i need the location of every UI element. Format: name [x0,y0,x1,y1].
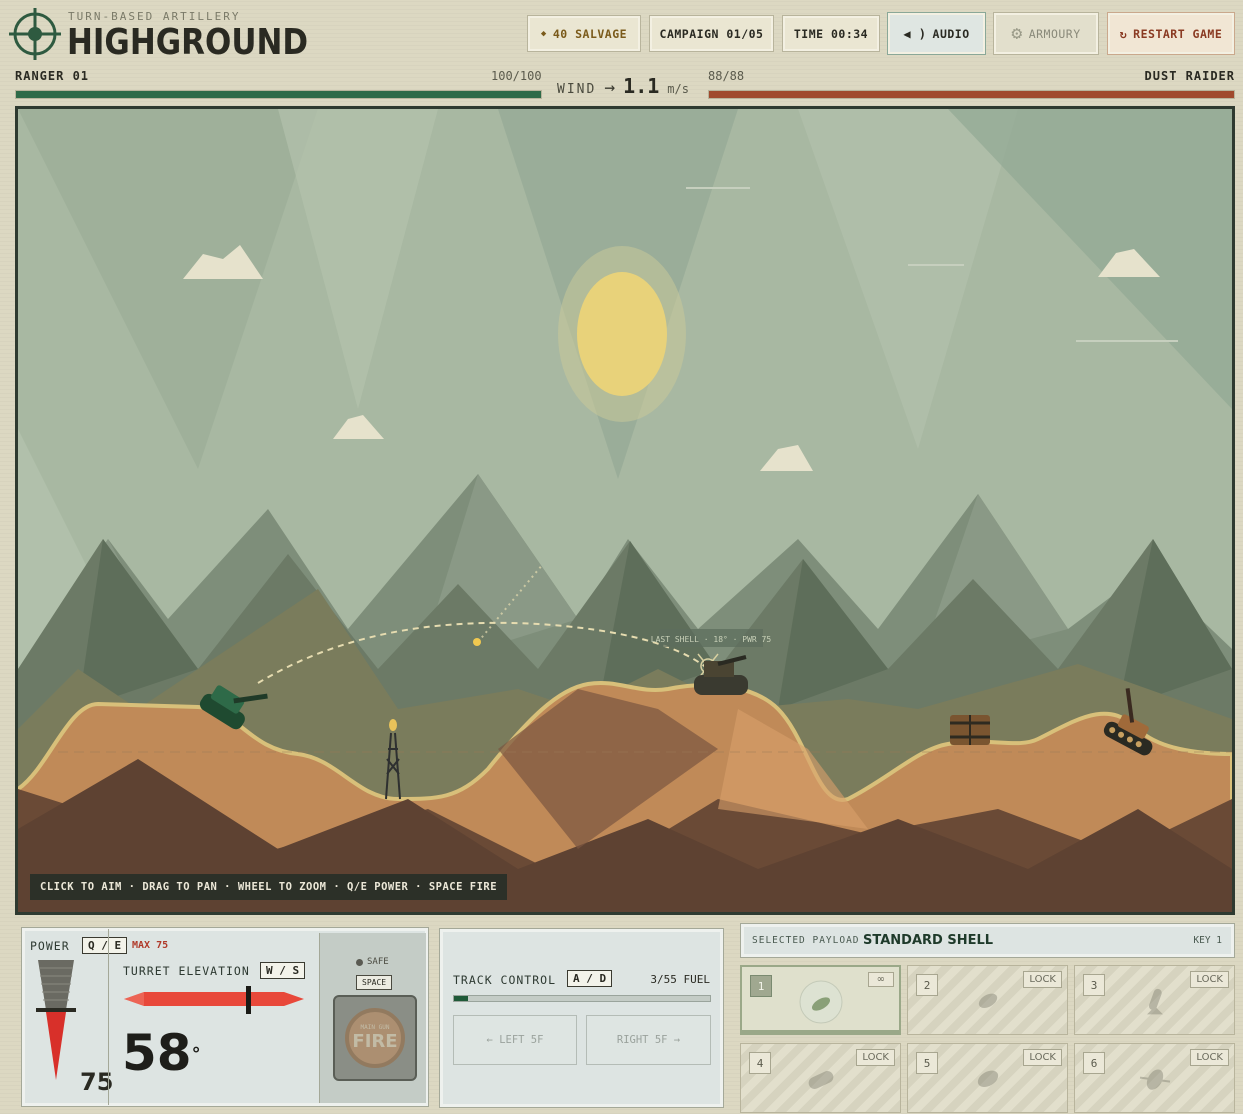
fuel-barrels [950,715,990,745]
move-left-button[interactable]: ← LEFT 5F [453,1015,577,1065]
gear-icon: ⚙ [1011,23,1023,44]
lock-badge: LOCK [1023,1049,1062,1066]
track-key-hint: A / D [567,970,613,987]
slot-number: 4 [749,1052,771,1074]
enemy-name: DUST RAIDER [1144,69,1235,83]
power-gauge[interactable] [28,960,84,1082]
slot-number: 2 [916,974,938,996]
armoury-button[interactable]: ⚙ ARMOURY [993,12,1099,55]
power-label: POWER [30,939,70,953]
restart-game-button[interactable]: ↻ RESTART GAME [1107,12,1235,55]
elevation-slider[interactable] [124,986,304,1016]
player-name: RANGER 01 [15,69,90,83]
payload-label: SELECTED PAYLOAD [752,935,860,946]
safety-indicator: SAFE [356,957,389,967]
fire-section: SAFE SPACE MAIN GUN FIRE [319,933,426,1103]
lock-badge: LOCK [1190,1049,1229,1066]
crosshair-icon [9,8,61,60]
payload-slot-2[interactable]: 2 LOCK [907,965,1068,1035]
elevation-label: TURRET ELEVATION [123,964,250,978]
campaign-progress: CAMPAIGN 01/05 [649,15,774,52]
slot-number: 5 [916,1052,938,1074]
rocket-icon [1143,986,1167,1020]
payload-name: STANDARD SHELL [863,933,994,948]
fire-button[interactable]: MAIN GUN FIRE [333,995,417,1081]
payload-key: KEY 1 [1193,935,1222,946]
audio-toggle-button[interactable]: ◀ ) AUDIO [887,12,986,55]
speaker-icon: ◀ ) [903,26,927,41]
fuel-fill [454,996,469,1001]
projectile [473,638,481,646]
infinite-ammo-badge: ∞ [867,972,894,987]
move-right-button[interactable]: RIGHT 5F → [586,1015,711,1065]
wind-arrow-icon: → [604,77,616,98]
aim-panel: POWER Q / E MAX 75 75 TURRET ELEVATION W… [21,927,429,1107]
lock-badge: LOCK [1023,971,1062,988]
game-title: HIGHGROUND [67,22,309,63]
slot-number: 1 [750,975,772,997]
payload-slot-5[interactable]: 5 LOCK [907,1043,1068,1113]
track-panel: TRACK CONTROL A / D 3/55 FUEL ← LEFT 5F … [439,928,724,1108]
lock-badge: LOCK [856,1049,895,1066]
enemy-hp-fill [709,91,1234,98]
heavy-shell-icon [804,1066,838,1096]
battlefield-canvas[interactable]: LAST SHELL · 18° · PWR 75 CLICK TO AIM ·… [15,106,1235,915]
power-key-hint: Q / E [82,937,128,954]
mine-icon [973,1067,1003,1095]
slot-number: 3 [1083,974,1105,996]
divider [108,929,109,1105]
drill-icon [1138,1064,1172,1100]
player-hp-text: 100/100 [491,69,542,83]
restart-icon: ↻ [1119,26,1128,41]
wind-indicator: WIND → 1.1 m/s [557,74,689,98]
elevation-readout: 58 ° [122,1024,201,1082]
elevation-key-hint: W / S [260,962,306,979]
track-label: TRACK CONTROL [453,973,557,987]
elevation-handle[interactable] [246,986,251,1014]
safety-led-icon [356,958,363,966]
sun [577,272,667,396]
fire-button-face: MAIN GUN FIRE [345,1008,405,1068]
game-timer: TIME 00:34 [782,15,880,52]
space-key-hint: SPACE [356,975,393,990]
payload-slot-3[interactable]: 3 LOCK [1074,965,1235,1035]
payload-slot-6[interactable]: 6 LOCK [1074,1043,1235,1113]
payload-slot-4[interactable]: 4 LOCK [740,1043,901,1113]
controls-hint: CLICK TO AIM · DRAG TO PAN · WHEEL TO ZO… [30,874,508,900]
svg-text:LAST SHELL · 18° · PWR 75: LAST SHELL · 18° · PWR 75 [651,635,772,644]
player-hp-fill [16,91,541,98]
payload-slot-1[interactable]: 1 ∞ [740,965,901,1035]
diamond-icon: ◆ [540,28,547,39]
player-hp-bar [15,90,542,99]
slot-number: 6 [1083,1052,1105,1074]
power-max: MAX 75 [132,940,169,951]
selected-payload-bar: SELECTED PAYLOAD STANDARD SHELL KEY 1 [740,923,1235,958]
fuel-bar [453,995,711,1002]
enemy-hp-text: 88/88 [708,69,745,83]
salvage-counter: ◆ 40 SALVAGE [527,15,641,52]
cluster-icon [973,989,1003,1017]
shell-icon [798,979,844,1029]
lock-badge: LOCK [1190,971,1229,988]
fuel-readout: 3/55 FUEL [650,973,710,986]
enemy-hp-bar [708,90,1235,99]
